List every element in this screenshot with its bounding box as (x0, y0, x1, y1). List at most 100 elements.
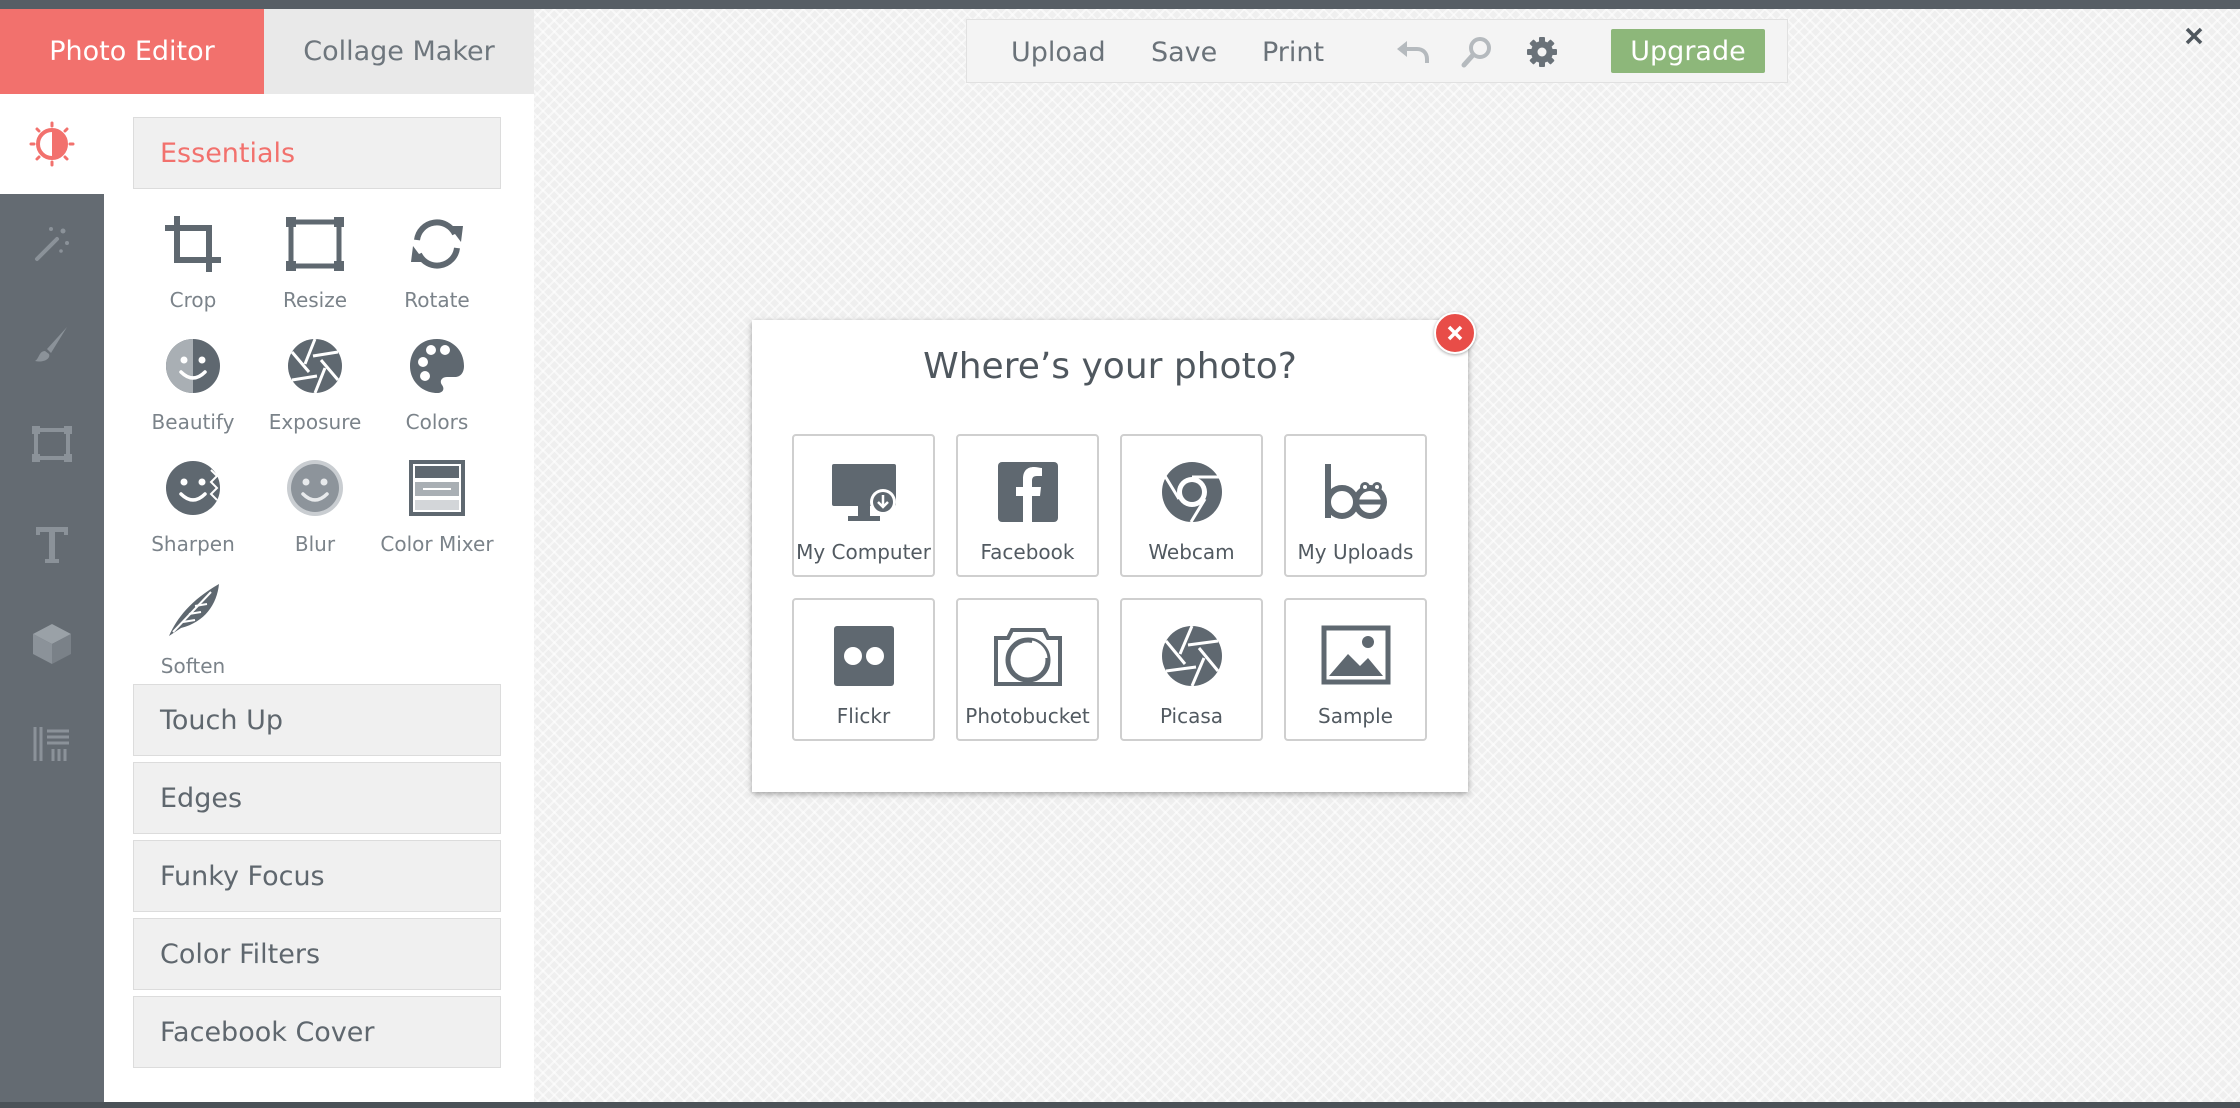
tool-colors[interactable]: Colors (376, 326, 498, 436)
rail-item-frames[interactable] (0, 394, 104, 494)
close-editor-icon[interactable] (2180, 22, 2208, 50)
tool-crop[interactable]: Crop (132, 204, 254, 314)
print-button[interactable]: Print (1262, 20, 1324, 84)
zoom-icon[interactable] (1460, 35, 1494, 69)
section-facebook-cover[interactable]: Facebook Cover (133, 996, 501, 1068)
rail-item-basic-edits[interactable] (0, 94, 104, 194)
facebook-icon (997, 462, 1058, 522)
undo-icon[interactable] (1395, 35, 1429, 69)
source-photobucket[interactable]: Photobucket (956, 598, 1099, 741)
section-funky-focus-label: Funky Focus (160, 860, 325, 892)
source-picasa-label: Picasa (1159, 704, 1224, 728)
palette-icon (410, 339, 464, 393)
top-border (0, 0, 2240, 9)
section-touch-up[interactable]: Touch Up (133, 684, 501, 756)
source-my-computer-label: My Computer (796, 540, 931, 564)
source-my-uploads[interactable]: My Uploads (1284, 434, 1427, 577)
effects-icon (35, 227, 69, 261)
brush-icon (35, 327, 67, 362)
section-facebook-cover-label: Facebook Cover (160, 1016, 375, 1048)
rail-item-textures[interactable] (0, 694, 104, 794)
upgrade-button[interactable]: Upgrade (1611, 29, 1765, 73)
rail-item-touch-up[interactable] (0, 294, 104, 394)
source-picasa[interactable]: Picasa (1120, 598, 1263, 741)
rail-item-effects[interactable] (0, 194, 104, 294)
resize-icon (286, 217, 344, 271)
basic-edits-icon (29, 121, 75, 167)
tool-beautify-label: Beautify (151, 410, 235, 434)
text-icon (36, 527, 68, 563)
section-edges[interactable]: Edges (133, 762, 501, 834)
sharpen-icon (166, 461, 220, 515)
source-photobucket-label: Photobucket (965, 704, 1090, 728)
upgrade-label: Upgrade (1630, 35, 1746, 67)
source-my-uploads-label: My Uploads (1297, 540, 1414, 564)
behance-icon (1324, 464, 1387, 519)
source-webcam[interactable]: Webcam (1120, 434, 1263, 577)
textures-icon (33, 727, 69, 761)
source-flickr-label: Flickr (836, 704, 891, 728)
source-my-computer[interactable]: My Computer (792, 434, 935, 577)
print-label: Print (1262, 36, 1325, 68)
tool-blur-label: Blur (294, 532, 336, 556)
photo-source-dialog: Where’s your photo? My Computer Facebook… (752, 320, 1468, 792)
tab-collage-maker[interactable]: Collage Maker (264, 9, 534, 94)
overlays-icon (33, 624, 71, 664)
section-essentials[interactable]: Essentials (133, 117, 501, 189)
source-facebook-label: Facebook (980, 540, 1075, 564)
tool-blur[interactable]: Blur (254, 448, 376, 558)
tool-category-rail (0, 94, 104, 1102)
top-toolbar: Upload Save Print Upgrade (966, 19, 1788, 83)
tool-exposure-label: Exposure (268, 410, 362, 434)
rotate-icon (411, 219, 463, 269)
picasa-icon (1161, 625, 1222, 687)
section-funky-focus[interactable]: Funky Focus (133, 840, 501, 912)
tool-color-mixer-label: Color Mixer (380, 532, 494, 556)
frames-icon (32, 426, 72, 462)
rail-item-text[interactable] (0, 494, 104, 594)
flickr-icon (833, 626, 894, 686)
tool-rotate[interactable]: Rotate (376, 204, 498, 314)
gear-icon[interactable] (1525, 35, 1559, 69)
save-label: Save (1151, 36, 1218, 68)
source-sample[interactable]: Sample (1284, 598, 1427, 741)
source-webcam-label: Webcam (1148, 540, 1235, 564)
section-touch-up-label: Touch Up (160, 704, 283, 736)
tool-soften[interactable]: Soften (132, 570, 254, 680)
dialog-close-button[interactable] (1434, 312, 1476, 354)
feather-icon (169, 584, 219, 636)
tool-sharpen[interactable]: Sharpen (132, 448, 254, 558)
save-button[interactable]: Save (1151, 20, 1217, 84)
tab-photo-editor-label: Photo Editor (49, 36, 215, 67)
exposure-icon (288, 338, 342, 394)
section-essentials-label: Essentials (160, 137, 296, 169)
source-sample-label: Sample (1318, 704, 1393, 728)
rail-item-overlays[interactable] (0, 594, 104, 694)
source-facebook[interactable]: Facebook (956, 434, 1099, 577)
upload-button[interactable]: Upload (1011, 20, 1106, 84)
tool-rotate-label: Rotate (404, 288, 470, 312)
bottom-border (0, 1102, 2240, 1108)
source-flickr[interactable]: Flickr (792, 598, 935, 741)
tool-color-mixer[interactable]: Color Mixer (376, 448, 498, 558)
section-color-filters[interactable]: Color Filters (133, 918, 501, 990)
section-edges-label: Edges (160, 782, 243, 814)
color-mixer-icon (409, 460, 465, 516)
close-icon (1447, 325, 1463, 341)
photobucket-icon (993, 628, 1062, 686)
crop-icon (165, 216, 221, 272)
tab-photo-editor[interactable]: Photo Editor (0, 9, 264, 107)
beautify-icon (166, 339, 220, 393)
tool-resize[interactable]: Resize (254, 204, 376, 314)
tool-exposure[interactable]: Exposure (254, 326, 376, 436)
computer-icon (831, 464, 896, 521)
tool-beautify[interactable]: Beautify (132, 326, 254, 436)
upload-label: Upload (1011, 36, 1106, 68)
tools-panel: Essentials Crop Resize Rotate Beautify E… (104, 94, 534, 1102)
tool-colors-label: Colors (405, 410, 469, 434)
section-color-filters-label: Color Filters (160, 938, 321, 970)
tab-collage-maker-label: Collage Maker (303, 36, 495, 67)
dialog-title: Where’s your photo? (923, 346, 1297, 387)
tool-sharpen-label: Sharpen (151, 532, 235, 556)
image-icon (1321, 625, 1390, 685)
